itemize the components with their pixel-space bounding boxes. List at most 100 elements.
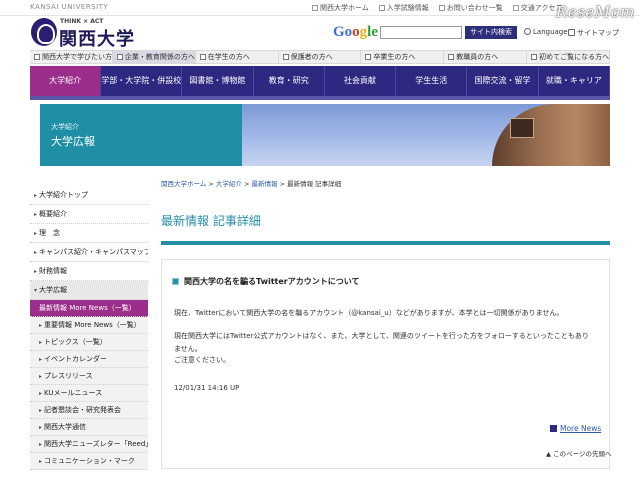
building-window [510,118,534,138]
nav-social[interactable]: 社会貢献 [325,66,397,96]
arrow-right-icon: ▸ [39,458,43,465]
arrow-right-icon: ▸ [39,322,43,329]
link-square-icon [512,5,519,11]
audience-business[interactable]: 企業・教育関係の方へ [112,51,196,63]
top-utility-bar: KANSAI UNIVERSITY 関西大学ホーム 入学試験情報 お問い合わせ一… [0,0,640,21]
hero-title-panel: 大学紹介 大学広報 [40,104,242,166]
globe-icon [524,28,531,35]
google-logo: Google [333,24,378,40]
arrow-right-icon: ▸ [34,230,38,237]
sidebar-sub-mail-news[interactable]: ▸ KUメールニュース [30,385,148,402]
arrow-right-icon: ▸ [39,407,43,414]
article-date: 12/01/31 14:16 UP [174,384,240,392]
main-nav: 大学紹介 学部・大学院・併設校 図書館・博物館 教育・研究 社会貢献 学生生活 … [30,66,610,96]
utility-link-admission[interactable]: 入学試験情報 [378,3,429,13]
arrow-square-icon [448,54,455,60]
site-search-button[interactable]: サイト内検索 [465,26,517,39]
audience-prospective[interactable]: 関西大学で学びたい方へ [30,51,113,63]
university-logo-icon[interactable] [31,18,57,46]
arrow-right-icon: ▸ [34,249,38,256]
audience-alumni[interactable]: 卒業生の方へ [361,51,445,63]
article-paragraph-2: 現在関西大学にはTwitter公式アカウントはなく、また、大学として、関連のツイ… [174,332,589,353]
site-search-input[interactable] [380,26,462,39]
link-square-icon [378,5,385,11]
sidebar-sub-press-meeting[interactable]: ▸ 記者懇談会・研究発表会 [30,402,148,419]
sidebar-sub-topics[interactable]: ▸ トピックス（一覧） [30,334,148,351]
arrow-right-icon: ▸ [34,268,38,275]
university-tagline: THINK × ACT [60,18,104,25]
arrow-right-icon: ▸ [39,441,43,448]
breadcrumb: 関西大学ホーム > 大学紹介 > 最新情報 > 最新情報 記事詳細 [161,180,342,188]
arrow-down-icon: ▾ [34,287,38,294]
arrow-right-icon: ▸ [39,390,43,397]
nav-international[interactable]: 国際交流・留学 [467,66,539,96]
hero-title: 大学広報 [51,135,95,148]
page-top-link[interactable]: ▲ このページの先頭へ [546,448,611,458]
nav-research[interactable]: 教育・研究 [254,66,325,96]
arrow-square-icon [282,54,289,60]
arrow-square-icon [116,54,123,60]
sidebar-item-overview[interactable]: ▸ 概要紹介 [30,205,148,224]
site-header: THINK × ACT 関西大学 Google サイト内検索 Language … [0,16,640,50]
arrow-right-icon: ▸ [39,339,43,346]
utility-links: 関西大学ホーム 入学試験情報 お問い合わせ一覧 交通アクセス [312,3,562,13]
audience-staff[interactable]: 教職員の方へ [444,51,528,63]
sidebar-sub-calendar[interactable]: ▸ イベントカレンダー [30,351,148,368]
article-paragraph-1: 現在、Twitterにおいて関西大学の名を騙るアカウント（@kansai_u）な… [174,309,564,317]
arrow-right-icon: ▸ [34,192,38,199]
utility-link-home[interactable]: 関西大学ホーム [312,3,369,13]
breadcrumb-home[interactable]: 関西大学ホーム [161,180,206,188]
nav-about[interactable]: 大学紹介 [30,66,102,96]
link-square-icon [312,5,318,11]
sitemap-icon [568,29,575,36]
hero-banner: 大学紹介 大学広報 [30,104,610,166]
university-english-name: KANSAI UNIVERSITY [30,3,109,11]
breadcrumb-about[interactable]: 大学紹介 [216,180,242,188]
university-name[interactable]: 関西大学 [59,25,135,51]
hero-subtitle: 大学紹介 [51,123,79,131]
audience-first-time[interactable]: 初めてご覧になる方へ [527,51,611,63]
link-square-icon [438,5,445,11]
audience-students[interactable]: 在学生の方へ [196,51,279,63]
nav-student-life[interactable]: 学生生活 [396,66,468,96]
arrow-square-icon [365,54,372,60]
breadcrumb-current: 最新情報 記事詳細 [287,180,342,188]
more-news-link[interactable]: More News [550,424,601,433]
arrow-right-icon: ▸ [34,211,38,218]
title-divider [161,241,610,245]
page-title: 最新情報 記事詳細 [161,214,261,228]
sitemap-link[interactable]: サイトマップ [568,28,619,38]
article: 関西大学の名を騙るTwitterアカウントについて 現在、Twitterにおいて… [161,259,611,469]
sidebar-nav: ▸ 大学紹介トップ ▸ 概要紹介 ▸ 理 念 ▸ キャンパス紹介・キャンパスマップ ▸ 財… [30,186,148,470]
sidebar-item-public-relations[interactable]: ▾ 大学広報 [30,281,148,300]
arrow-square-icon [199,54,206,60]
sidebar-sub-important-news[interactable]: ▸ 重要情報 More News（一覧） [30,317,148,334]
language-link[interactable]: Language [524,28,568,36]
utility-link-contact[interactable]: お問い合わせ一覧 [438,3,503,13]
utility-link-access[interactable]: 交通アクセス [512,3,562,13]
sidebar-sub-tsushin[interactable]: ▸ 関西大学通信 [30,419,148,436]
arrow-right-icon: ▸ [39,356,43,363]
sidebar-item-finance[interactable]: ▸ 財務情報 [30,262,148,281]
sidebar-item-about-top[interactable]: ▸ 大学紹介トップ [30,186,148,205]
sidebar-sub-newsletter[interactable]: ▸ 関西大学ニューズレター「Reed」 [30,436,148,453]
sidebar-sub-comm-mark[interactable]: ▸ コミュニケーション・マーク [30,453,148,470]
audience-parents[interactable]: 保護者の方へ [279,51,362,63]
arrow-right-icon: ▸ [39,373,43,380]
breadcrumb-latest[interactable]: 最新情報 [252,180,278,188]
hero-photo [242,104,610,166]
arrow-right-icon: ▸ [39,424,43,431]
article-paragraph-3: ご注意ください。 [174,356,230,364]
arrow-square-icon [550,425,557,432]
nav-library[interactable]: 図書館・博物館 [182,66,254,96]
sidebar-item-philosophy[interactable]: ▸ 理 念 [30,224,148,243]
main-content: 関西大学ホーム > 大学紹介 > 最新情報 > 最新情報 記事詳細 最新情報 記… [161,178,611,469]
square-bullet-icon [172,278,179,285]
arrow-square-icon [531,54,538,60]
nav-sub-strip [30,96,610,100]
nav-faculties[interactable]: 学部・大学院・併設校 [101,66,183,96]
sidebar-sub-latest-news[interactable]: 最新情報 More News（一覧） [30,300,148,317]
sidebar-sub-press[interactable]: ▸ プレスリリース [30,368,148,385]
sidebar-item-campus[interactable]: ▸ キャンパス紹介・キャンパスマップ [30,243,148,262]
nav-career[interactable]: 就職・キャリア [539,66,610,96]
